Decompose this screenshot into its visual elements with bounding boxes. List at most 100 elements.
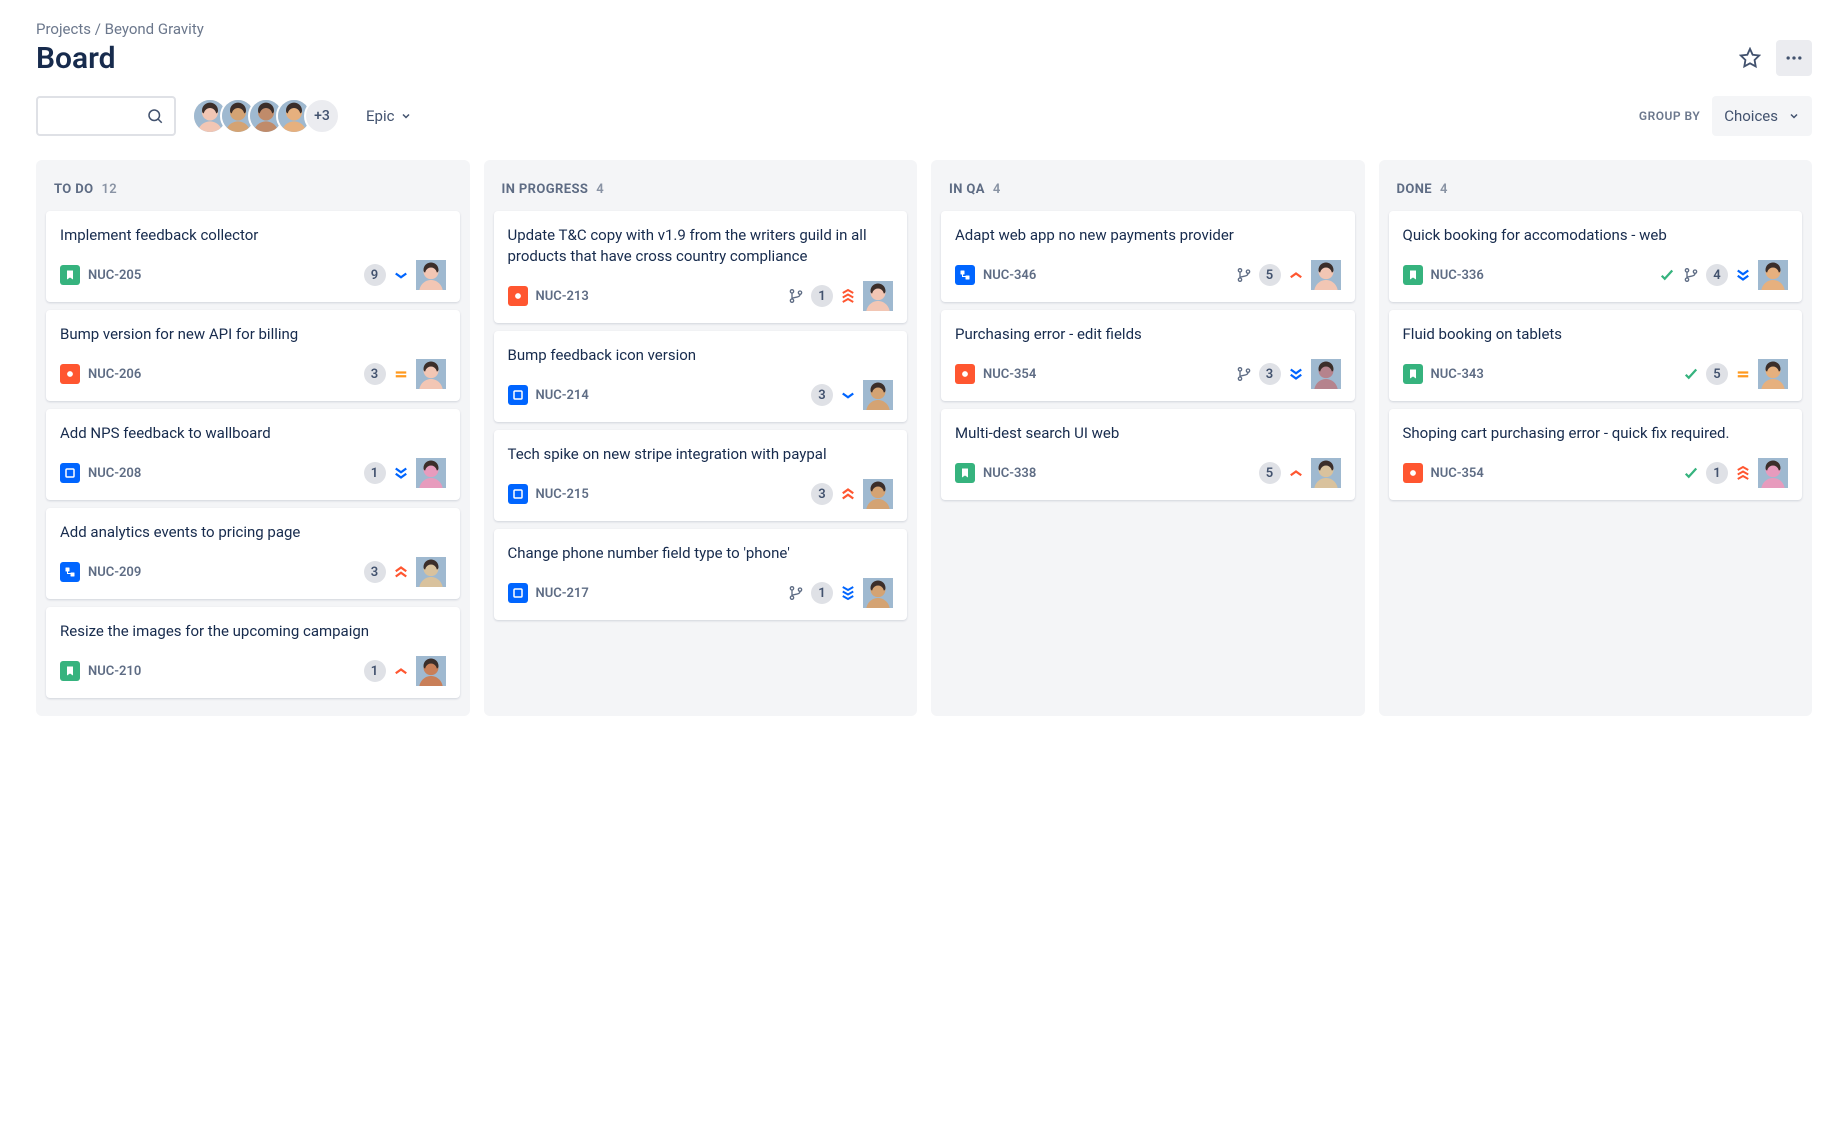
page-title: Board (36, 41, 116, 76)
issue-type-bug-icon (508, 286, 528, 306)
assignee-avatar[interactable] (1311, 359, 1341, 389)
story-points-badge: 3 (364, 561, 386, 583)
assignee-avatar[interactable] (863, 578, 893, 608)
priority-highest-icon (1734, 464, 1752, 482)
card[interactable]: Shoping cart purchasing error - quick fi… (1389, 409, 1803, 500)
priority-lowest-icon (1734, 266, 1752, 284)
card[interactable]: Multi-dest search UI web NUC-338 5 (941, 409, 1355, 500)
priority-high-icon (839, 485, 857, 503)
issue-type-subtask-icon (60, 562, 80, 582)
card-title: Add NPS feedback to wallboard (60, 423, 446, 444)
issue-type-story-icon (1403, 265, 1423, 285)
done-check-icon (1682, 464, 1700, 482)
card[interactable]: Resize the images for the upcoming campa… (46, 607, 460, 698)
issue-type-task-icon (508, 583, 528, 603)
issue-type-story-icon (60, 265, 80, 285)
column-title: IN QA (949, 182, 985, 197)
card-key: NUC-206 (88, 367, 141, 382)
assignee-avatar[interactable] (1758, 458, 1788, 488)
card-title: Fluid booking on tablets (1403, 324, 1789, 345)
assignee-avatar[interactable] (416, 458, 446, 488)
issue-type-subtask-icon (955, 265, 975, 285)
avatar-stack[interactable]: +3 (192, 98, 340, 134)
issue-type-task-icon (508, 385, 528, 405)
card-key: NUC-214 (536, 388, 589, 403)
card[interactable]: Update T&C copy with v1.9 from the write… (494, 211, 908, 323)
avatar-overflow[interactable]: +3 (304, 98, 340, 134)
star-button[interactable] (1732, 40, 1768, 76)
story-points-badge: 3 (1259, 363, 1281, 385)
story-points-badge: 5 (1706, 363, 1728, 385)
search-input[interactable] (36, 96, 176, 136)
assignee-avatar[interactable] (416, 656, 446, 686)
story-points-badge: 5 (1259, 462, 1281, 484)
issue-type-story-icon (955, 463, 975, 483)
card[interactable]: Quick booking for accomodations - web NU… (1389, 211, 1803, 302)
breadcrumb-root[interactable]: Projects (36, 20, 91, 38)
assignee-avatar[interactable] (416, 557, 446, 587)
card[interactable]: Implement feedback collector NUC-205 9 (46, 211, 460, 302)
column-inqa: IN QA 4 Adapt web app no new payments pr… (931, 160, 1365, 716)
breadcrumb-project[interactable]: Beyond Gravity (105, 20, 204, 38)
story-points-badge: 1 (811, 285, 833, 307)
issue-type-bug-icon (955, 364, 975, 384)
priority-medium-icon (1734, 365, 1752, 383)
story-points-badge: 3 (811, 483, 833, 505)
card-title: Resize the images for the upcoming campa… (60, 621, 446, 642)
story-points-badge: 1 (364, 462, 386, 484)
groupby-value: Choices (1724, 107, 1778, 125)
card-key: NUC-208 (88, 466, 141, 481)
priority-low-icon (392, 266, 410, 284)
groupby-select[interactable]: Choices (1712, 96, 1812, 136)
assignee-avatar[interactable] (1311, 458, 1341, 488)
card-key: NUC-213 (536, 289, 589, 304)
card[interactable]: Purchasing error - edit fields NUC-354 3 (941, 310, 1355, 401)
column-title: IN PROGRESS (502, 182, 589, 197)
card[interactable]: Bump version for new API for billing NUC… (46, 310, 460, 401)
card-title: Implement feedback collector (60, 225, 446, 246)
story-points-badge: 1 (1706, 462, 1728, 484)
card-key: NUC-343 (1431, 367, 1484, 382)
column-todo: TO DO 12 Implement feedback collector NU… (36, 160, 470, 716)
star-icon (1739, 47, 1761, 69)
card[interactable]: Bump feedback icon version NUC-214 3 (494, 331, 908, 422)
done-check-icon (1658, 266, 1676, 284)
assignee-avatar[interactable] (1758, 359, 1788, 389)
assignee-avatar[interactable] (1311, 260, 1341, 290)
card[interactable]: Fluid booking on tablets NUC-343 5 (1389, 310, 1803, 401)
card[interactable]: Tech spike on new stripe integration wit… (494, 430, 908, 521)
card-key: NUC-209 (88, 565, 141, 580)
card-title: Bump feedback icon version (508, 345, 894, 366)
card[interactable]: Change phone number field type to 'phone… (494, 529, 908, 620)
card-key: NUC-210 (88, 664, 141, 679)
issue-type-story-icon (1403, 364, 1423, 384)
card[interactable]: Adapt web app no new payments provider N… (941, 211, 1355, 302)
priority-mediumhigh-icon (392, 662, 410, 680)
priority-lowest-icon (1287, 365, 1305, 383)
card-key: NUC-346 (983, 268, 1036, 283)
column-title: TO DO (54, 182, 93, 197)
card-title: Shoping cart purchasing error - quick fi… (1403, 423, 1789, 444)
card[interactable]: Add analytics events to pricing page NUC… (46, 508, 460, 599)
more-button[interactable] (1776, 40, 1812, 76)
assignee-avatar[interactable] (416, 260, 446, 290)
column-header: IN PROGRESS 4 (494, 170, 908, 211)
priority-lowest-icon (392, 464, 410, 482)
epic-filter[interactable]: Epic (356, 98, 422, 134)
story-points-badge: 5 (1259, 264, 1281, 286)
story-points-badge: 4 (1706, 264, 1728, 286)
issue-type-bug-icon (60, 364, 80, 384)
assignee-avatar[interactable] (416, 359, 446, 389)
assignee-avatar[interactable] (863, 479, 893, 509)
card-key: NUC-336 (1431, 268, 1484, 283)
card-title: Update T&C copy with v1.9 from the write… (508, 225, 894, 267)
card[interactable]: Add NPS feedback to wallboard NUC-208 1 (46, 409, 460, 500)
search-icon (146, 107, 164, 125)
card-title: Multi-dest search UI web (955, 423, 1341, 444)
assignee-avatar[interactable] (863, 380, 893, 410)
card-title: Bump version for new API for billing (60, 324, 446, 345)
assignee-avatar[interactable] (1758, 260, 1788, 290)
story-points-badge: 3 (811, 384, 833, 406)
column-header: DONE 4 (1389, 170, 1803, 211)
assignee-avatar[interactable] (863, 281, 893, 311)
